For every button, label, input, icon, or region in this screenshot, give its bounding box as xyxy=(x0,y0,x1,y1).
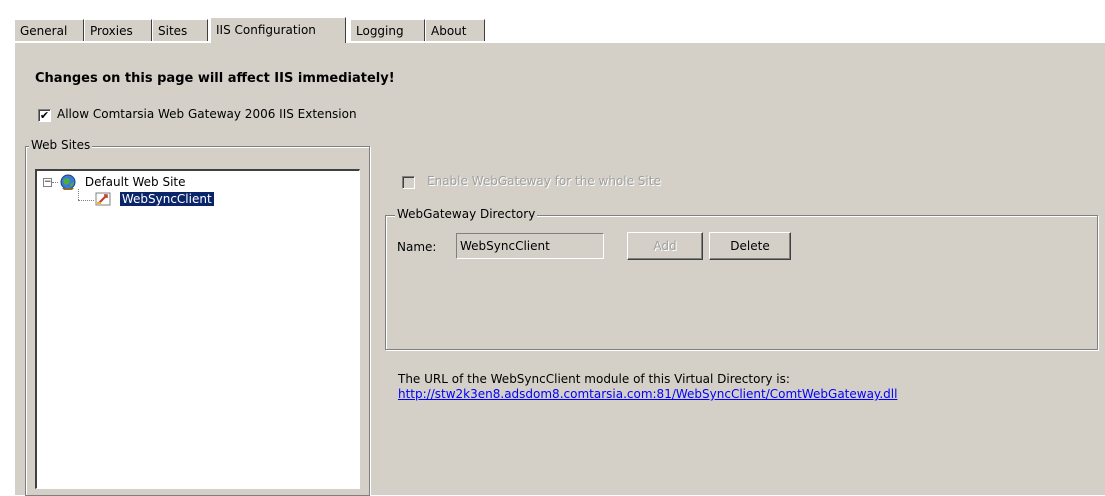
collapse-icon[interactable]: − xyxy=(43,178,52,187)
tree-item-websyncclient[interactable]: WebSyncClient xyxy=(95,191,215,209)
directory-name-field[interactable]: WebSyncClient xyxy=(456,233,604,259)
name-label: Name: xyxy=(397,240,437,254)
tab-sites[interactable]: Sites xyxy=(152,19,208,41)
checkmark-icon: ✔ xyxy=(39,109,50,122)
tab-about[interactable]: About xyxy=(425,19,485,41)
warning-heading: Changes on this page will affect IIS imm… xyxy=(35,71,395,86)
web-sites-legend: Web Sites xyxy=(29,138,93,152)
tree-connector xyxy=(78,200,94,201)
enable-site-checkbox[interactable] xyxy=(402,176,415,189)
enable-site-label: Enable WebGateway for the whole Site xyxy=(427,174,661,188)
web-sites-tree[interactable]: − Default Web Site WebSyncClient xyxy=(35,169,360,489)
gateway-url-link[interactable]: http://stw2k3en8.adsdom8.comtarsia.com:8… xyxy=(398,387,897,401)
tab-label: About xyxy=(431,24,467,38)
webgateway-directory-legend: WebGateway Directory xyxy=(395,207,538,221)
url-description: The URL of the WebSyncClient module of t… xyxy=(398,372,790,386)
tab-logging[interactable]: Logging xyxy=(350,19,425,41)
tab-label: Proxies xyxy=(90,24,133,38)
tree-item-default-web-site[interactable]: Default Web Site xyxy=(59,173,186,191)
tree-item-label: WebSyncClient xyxy=(118,191,215,207)
iis-configuration-panel: Changes on this page will affect IIS imm… xyxy=(14,42,1105,496)
tab-label: General xyxy=(20,24,68,38)
tab-label: IIS Configuration xyxy=(216,23,316,37)
tab-proxies[interactable]: Proxies xyxy=(84,19,152,41)
allow-extension-label: Allow Comtarsia Web Gateway 2006 IIS Ext… xyxy=(57,107,357,121)
globe-icon xyxy=(60,174,76,190)
allow-extension-checkbox[interactable]: ✔ xyxy=(38,109,51,122)
virtual-directory-icon xyxy=(95,192,111,206)
tree-item-label: Default Web Site xyxy=(84,175,186,189)
tree-connector xyxy=(52,182,58,183)
delete-button[interactable]: Delete xyxy=(709,232,791,260)
tab-label: Sites xyxy=(158,24,188,38)
add-button[interactable]: Add xyxy=(627,232,703,260)
tab-iis-configuration[interactable]: IIS Configuration xyxy=(210,17,346,43)
tab-label: Logging xyxy=(356,24,404,38)
tab-general[interactable]: General xyxy=(14,19,84,41)
